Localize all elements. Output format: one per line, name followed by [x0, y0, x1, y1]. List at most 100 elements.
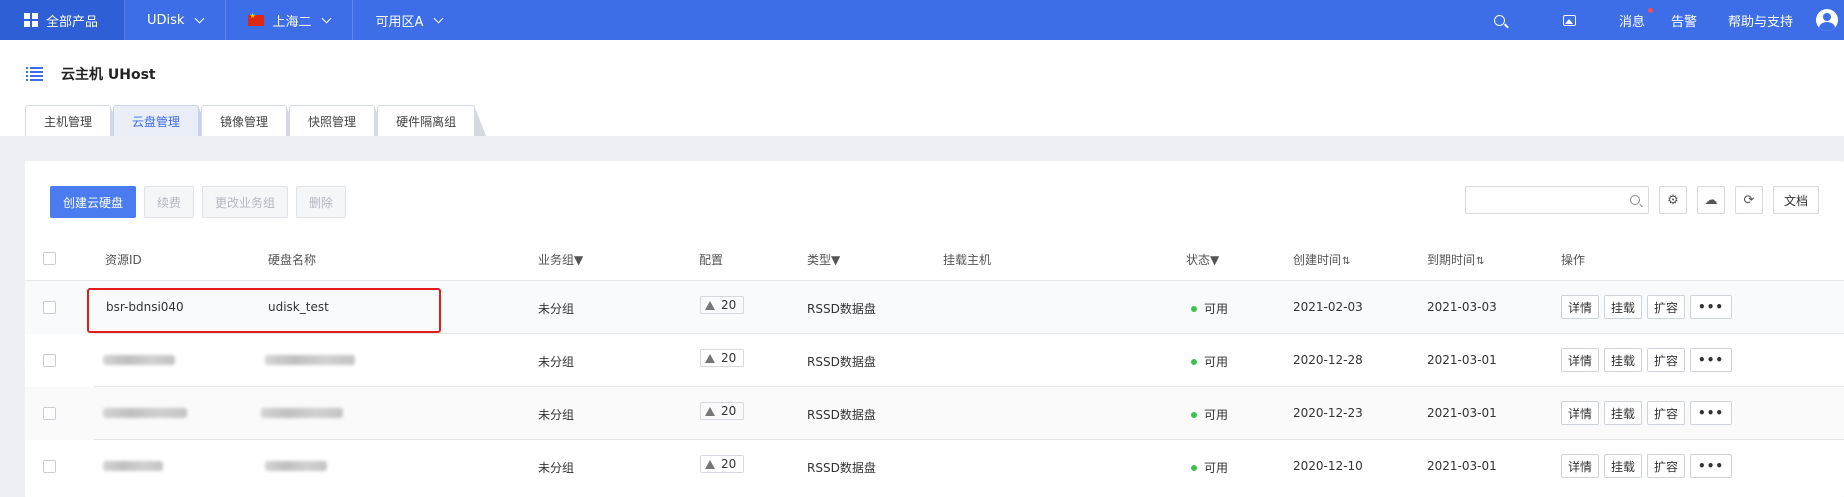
- page-title: 云主机 UHost: [61, 67, 156, 83]
- alerts-link[interactable]: 告警: [1658, 11, 1715, 30]
- region-label: 上海二: [272, 14, 312, 30]
- redacted-resource-id: [103, 408, 187, 418]
- grid-icon: [24, 13, 38, 27]
- search-icon[interactable]: [1629, 195, 1640, 205]
- zone-selector[interactable]: 可用区A: [353, 0, 464, 40]
- expire-time: 2021-03-01: [1427, 353, 1497, 367]
- tab-host-management[interactable]: 主机管理: [25, 105, 123, 136]
- tab-disk-management[interactable]: 云盘管理: [113, 105, 211, 136]
- product-selector[interactable]: UDisk: [125, 0, 227, 40]
- all-products-menu[interactable]: 全部产品: [0, 0, 126, 40]
- detail-button[interactable]: 详情: [1561, 348, 1600, 372]
- config-badge: 20: [700, 402, 744, 420]
- status-text: 可用: [1204, 302, 1229, 316]
- expire-time: 2021-03-01: [1427, 459, 1497, 473]
- row-checkbox[interactable]: [43, 301, 56, 314]
- expand-button[interactable]: 扩容: [1647, 348, 1686, 372]
- disk-type: RSSD数据盘: [807, 355, 876, 369]
- global-search-button[interactable]: [1481, 14, 1550, 26]
- create-disk-button[interactable]: 创建云硬盘: [50, 186, 137, 218]
- disk-table: 资源ID 硬盘名称 业务组▼ 配置 类型▼ 挂载主机 状态▼ 创建时间⇅ 到期时…: [25, 235, 1844, 493]
- status-dot: [1191, 358, 1197, 365]
- status-dot: [1191, 305, 1197, 312]
- status-text: 可用: [1204, 408, 1229, 422]
- table-row: bsr-bdnsi040 udisk_test 未分组 20 RSSD数据盘 可…: [25, 281, 1844, 334]
- chevron-down-icon: [433, 13, 444, 23]
- col-status[interactable]: 状态▼: [1186, 251, 1219, 268]
- disk-type-icon: [705, 406, 715, 416]
- redacted-resource-id: [103, 461, 163, 471]
- mount-button[interactable]: 挂载: [1604, 454, 1643, 478]
- action-toolbar: 创建云硬盘 续费 更改业务组 删除: [50, 186, 347, 218]
- refresh-button[interactable]: ⟳: [1734, 186, 1763, 214]
- user-avatar[interactable]: [1816, 9, 1838, 31]
- tab-snapshot-management[interactable]: 快照管理: [289, 105, 387, 136]
- col-type[interactable]: 类型▼: [807, 251, 840, 268]
- more-actions-button[interactable]: •••: [1690, 454, 1733, 478]
- row-checkbox[interactable]: [43, 460, 56, 473]
- list-icon: [26, 67, 43, 81]
- help-link[interactable]: 帮助与支持: [1715, 11, 1806, 30]
- expire-time: 2021-03-01: [1427, 406, 1497, 420]
- page-header: 云主机 UHost 主机管理 云盘管理 镜像管理 快照管理 硬件隔离组: [0, 40, 1844, 136]
- docs-button[interactable]: 文档: [1772, 186, 1819, 214]
- created-time: 2020-12-10: [1293, 459, 1363, 473]
- disk-type: RSSD数据盘: [807, 408, 876, 422]
- china-flag-icon: [248, 12, 265, 26]
- config-badge: 20: [700, 296, 744, 314]
- detail-button[interactable]: 详情: [1561, 401, 1600, 425]
- row-checkbox[interactable]: [43, 354, 56, 367]
- business-group: 未分组: [538, 461, 575, 475]
- settings-button[interactable]: ⚙: [1658, 186, 1687, 214]
- table-row: 未分组 20 RSSD数据盘 可用 2020-12-23 2021-03-01 …: [25, 387, 1844, 440]
- business-group: 未分组: [538, 355, 575, 369]
- detail-button[interactable]: 详情: [1561, 295, 1600, 319]
- row-checkbox[interactable]: [43, 407, 56, 420]
- disk-type-icon: [705, 353, 715, 363]
- sort-icon: ⇅: [1476, 256, 1485, 267]
- col-created-time[interactable]: 创建时间⇅: [1293, 251, 1350, 268]
- expand-button[interactable]: 扩容: [1647, 401, 1686, 425]
- redacted-disk-name: [265, 355, 355, 365]
- renew-button[interactable]: 续费: [144, 186, 195, 218]
- mount-button[interactable]: 挂载: [1604, 401, 1643, 425]
- col-business-group[interactable]: 业务组▼: [538, 251, 583, 268]
- disk-size: 20: [721, 404, 737, 418]
- change-group-button[interactable]: 更改业务组: [202, 186, 289, 218]
- row-actions: 详情 挂载 扩容 •••: [1561, 454, 1733, 478]
- more-actions-button[interactable]: •••: [1690, 401, 1733, 425]
- disk-list-card: 创建云硬盘 续费 更改业务组 删除 ⚙ ☁ ⟳ 文档 资源ID 硬盘名称 业务组…: [25, 161, 1844, 497]
- col-expire-time[interactable]: 到期时间⇅: [1427, 251, 1484, 268]
- status-dot: [1191, 411, 1197, 418]
- col-mounted-host: 挂载主机: [943, 253, 992, 267]
- detail-button[interactable]: 详情: [1561, 454, 1600, 478]
- disk-size: 20: [721, 298, 737, 312]
- search-input[interactable]: [1465, 187, 1616, 213]
- expand-button[interactable]: 扩容: [1647, 454, 1686, 478]
- image-icon: [1562, 14, 1576, 26]
- gear-icon: ⚙: [1667, 192, 1679, 208]
- tab-image-management[interactable]: 镜像管理: [201, 105, 299, 136]
- disk-size: 20: [721, 351, 737, 365]
- table-row: 未分组 20 RSSD数据盘 可用 2020-12-10 2021-03-01 …: [25, 440, 1844, 493]
- tab-hardware-isolation-group[interactable]: 硬件隔离组: [377, 105, 487, 136]
- chevron-down-icon: [322, 13, 332, 23]
- resource-id[interactable]: bsr-bdnsi040: [106, 300, 184, 314]
- console-image-button[interactable]: [1550, 14, 1606, 26]
- tab-bar: 主机管理 云盘管理 镜像管理 快照管理 硬件隔离组: [25, 105, 487, 136]
- messages-link[interactable]: 消息: [1606, 7, 1658, 30]
- expire-time: 2021-03-03: [1427, 300, 1497, 314]
- download-button[interactable]: ☁: [1696, 186, 1725, 214]
- top-navbar: 全部产品 UDisk 上海二 可用区A 消息 告警 帮助与: [0, 0, 1844, 40]
- mount-button[interactable]: 挂载: [1604, 348, 1643, 372]
- region-selector[interactable]: 上海二: [226, 0, 354, 40]
- mount-button[interactable]: 挂载: [1604, 295, 1643, 319]
- redacted-resource-id: [103, 355, 175, 365]
- delete-button[interactable]: 删除: [296, 186, 347, 218]
- more-actions-button[interactable]: •••: [1690, 348, 1733, 372]
- expand-button[interactable]: 扩容: [1647, 295, 1686, 319]
- status-dot: [1191, 464, 1197, 471]
- more-actions-button[interactable]: •••: [1690, 295, 1733, 319]
- select-all-checkbox[interactable]: [43, 252, 56, 265]
- status-badge: 可用: [1191, 406, 1228, 423]
